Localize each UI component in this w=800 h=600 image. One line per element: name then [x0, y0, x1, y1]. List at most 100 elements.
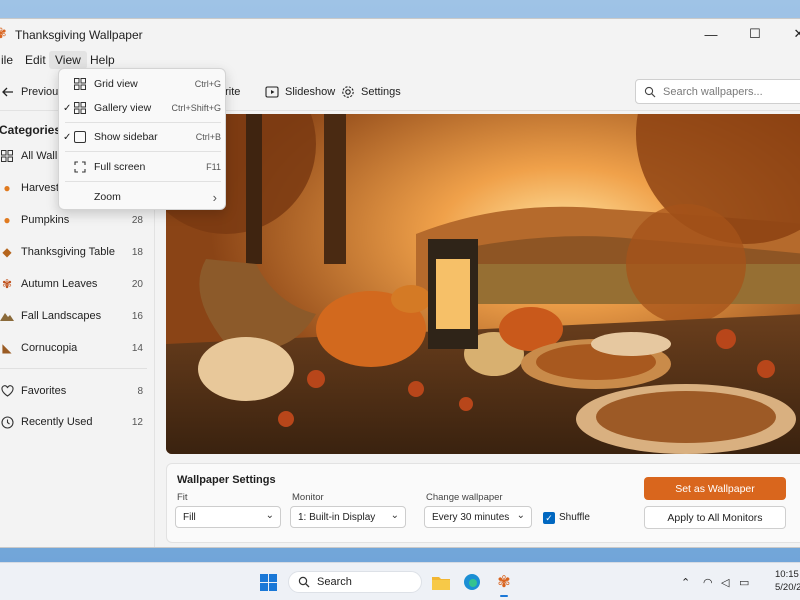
change-wallpaper-value: Every 30 minutes: [432, 511, 510, 523]
clock-icon: [0, 414, 15, 430]
clock-time: 10:15 A: [775, 569, 800, 580]
clock[interactable]: 10:15 A 5/20/20: [775, 568, 800, 594]
file-explorer-icon[interactable]: [429, 570, 453, 594]
menu-divider: [65, 151, 221, 152]
grid-icon: [0, 148, 15, 164]
menu-item-zoom[interactable]: Zoom ›: [59, 185, 227, 209]
monitor-value: 1: Built-in Display: [298, 511, 376, 523]
change-wallpaper-label: Change wallpaper: [426, 492, 503, 503]
chevron-down-icon: ⌄: [265, 510, 274, 521]
set-as-wallpaper-button[interactable]: Set as Wallpaper: [644, 477, 786, 500]
cornucopia-icon: ◣: [2, 341, 12, 355]
search-icon: [298, 576, 310, 588]
sidebar-item-thanksgiving-table[interactable]: ◆ Thanksgiving Table 18: [0, 239, 155, 265]
turkey-icon: ◆: [2, 245, 12, 259]
sidebar-item-count: 20: [131, 278, 143, 290]
title-bar: ✾ Thanksgiving Wallpaper — ☐ ✕: [0, 19, 800, 49]
gallery-icon: [74, 102, 86, 114]
sidebar-item-autumn-leaves[interactable]: ✾ Autumn Leaves 20: [0, 271, 155, 297]
fullscreen-icon: [74, 161, 86, 173]
wallpaper-settings-panel: Wallpaper Settings Fit Fill ⌄ Monitor 1:…: [166, 463, 800, 543]
sidebar-item-label: Pumpkins: [21, 214, 70, 226]
fit-select[interactable]: Fill ⌄: [175, 506, 281, 528]
menu-item-label: Zoom: [94, 191, 121, 203]
sidebar-item-count: 8: [137, 385, 143, 397]
pumpkin-icon: ●: [3, 213, 11, 227]
mountain-icon: [0, 308, 15, 324]
wallpaper-preview[interactable]: [166, 114, 800, 454]
clock-date: 5/20/20: [775, 582, 800, 593]
view-menu-dropdown: Grid view Ctrl+G ✓ Gallery view Ctrl+Shi…: [58, 68, 226, 210]
sidebar-item-count: 12: [131, 416, 143, 428]
thanksgiving-wallpaper-app-icon[interactable]: ✾: [492, 570, 516, 597]
menu-file[interactable]: ile: [0, 51, 19, 69]
fit-value: Fill: [183, 511, 196, 523]
monitor-select[interactable]: 1: Built-in Display ⌄: [290, 506, 406, 528]
sidebar-item-pumpkins[interactable]: ● Pumpkins 28: [0, 207, 155, 233]
leaf-icon: ✾: [1, 277, 13, 291]
settings-label: Settings: [361, 86, 401, 98]
menu-item-full-screen[interactable]: Full screen F11: [59, 155, 227, 179]
menu-item-gallery-view[interactable]: ✓ Gallery view Ctrl+Shift+G: [59, 96, 227, 120]
shuffle-checkbox[interactable]: ✓: [543, 512, 555, 524]
wifi-icon[interactable]: ◠: [703, 576, 713, 589]
sidebar-item-favorites[interactable]: Favorites 8: [0, 378, 155, 404]
monitor-label: Monitor: [292, 492, 324, 503]
maximize-button[interactable]: ☐: [733, 19, 777, 49]
taskbar: Search ✾ ⌃ ◠ ◁ ▭ 10:15 A 5/20/20: [0, 562, 800, 600]
previous-button[interactable]: Previous: [1, 84, 64, 100]
chevron-up-icon[interactable]: ⌃: [681, 576, 690, 589]
sidebar-item-label: Recently Used: [21, 416, 93, 428]
window-title: Thanksgiving Wallpaper: [15, 28, 143, 42]
search-box[interactable]: [635, 79, 800, 104]
sidebar-item-label: Autumn Leaves: [21, 278, 98, 290]
sidebar-item-count: 28: [131, 214, 143, 226]
menu-item-shortcut: Ctrl+G: [194, 79, 221, 89]
speaker-icon[interactable]: ◁: [721, 576, 729, 589]
sidebar-item-fall-landscapes[interactable]: Fall Landscapes 16: [0, 303, 155, 329]
battery-icon[interactable]: ▭: [739, 576, 749, 589]
sidebar-divider: [0, 368, 147, 369]
chevron-right-icon: ›: [212, 189, 217, 205]
menu-help[interactable]: Help: [84, 51, 121, 69]
slideshow-label: Slideshow: [285, 86, 336, 98]
slideshow-button[interactable]: Slideshow: [265, 84, 335, 100]
checkmark-icon: ✓: [63, 102, 72, 114]
sidebar-item-label: Harvest: [21, 182, 59, 194]
maple-leaf-icon: ✾: [497, 574, 511, 591]
chevron-down-icon: ⌄: [390, 510, 399, 521]
sidebar-item-recently-used[interactable]: Recently Used 12: [0, 409, 155, 435]
menu-view[interactable]: View: [49, 51, 87, 69]
minimize-button[interactable]: —: [689, 19, 733, 49]
windows-start-icon[interactable]: [260, 574, 277, 591]
menu-item-shortcut: Ctrl+B: [195, 132, 221, 142]
sidebar-item-label: Fall Landscapes: [21, 310, 102, 322]
menu-item-label: Show sidebar: [94, 131, 158, 143]
menu-item-label: Full screen: [94, 161, 146, 173]
menu-item-shortcut: F11: [206, 162, 221, 172]
close-button[interactable]: ✕: [777, 19, 800, 49]
search-input[interactable]: [663, 85, 793, 98]
gear-icon: [342, 86, 354, 98]
sidebar-item-cornucopia[interactable]: ◣ Cornucopia 14: [0, 335, 155, 361]
menu-item-label: Gallery view: [94, 102, 152, 114]
play-icon: [265, 86, 279, 98]
thanksgiving-scene-image: [166, 114, 800, 454]
maple-leaf-icon: ✾: [0, 26, 9, 40]
settings-title: Wallpaper Settings: [177, 474, 276, 486]
fit-label: Fit: [177, 492, 188, 503]
change-wallpaper-select[interactable]: Every 30 minutes ⌄: [424, 506, 532, 528]
sidebar-item-label: Thanksgiving Table: [21, 246, 115, 258]
sidebar-item-label: Favorites: [21, 385, 67, 397]
sidebar-icon: [74, 131, 86, 143]
taskbar-search[interactable]: Search: [288, 571, 422, 593]
chevron-down-icon: ⌄: [516, 510, 525, 521]
menu-edit[interactable]: Edit: [19, 51, 52, 69]
apply-to-all-monitors-button[interactable]: Apply to All Monitors: [644, 506, 786, 529]
menu-item-show-sidebar[interactable]: ✓ Show sidebar Ctrl+B: [59, 125, 227, 149]
settings-button[interactable]: Settings: [341, 84, 401, 100]
edge-browser-icon[interactable]: [460, 570, 484, 594]
menu-item-grid-view[interactable]: Grid view Ctrl+G: [59, 72, 227, 96]
heart-icon: [0, 383, 15, 399]
menu-item-label: Grid view: [94, 78, 138, 90]
